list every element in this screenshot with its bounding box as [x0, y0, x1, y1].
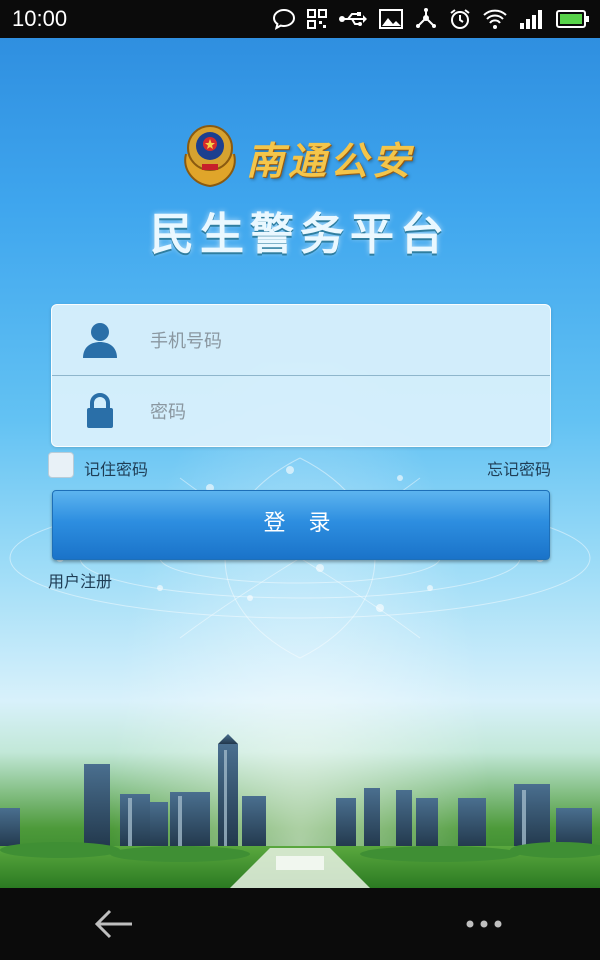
image-icon [379, 9, 403, 29]
network-share-icon [416, 8, 436, 28]
status-time: 10:00 [12, 6, 68, 31]
remember-password-checkbox[interactable] [48, 452, 74, 478]
battery-icon [556, 10, 589, 28]
navigation-bar [0, 888, 600, 960]
phone-input[interactable] [148, 317, 532, 365]
lock-icon [87, 393, 113, 428]
phone-field-row [52, 305, 550, 375]
police-emblem-icon [184, 125, 236, 188]
qr-code-icon [307, 9, 327, 29]
user-icon [83, 323, 117, 358]
back-arrow-icon[interactable] [92, 906, 136, 942]
app-title: 民生警务平台 [150, 209, 450, 260]
login-button[interactable]: 登 录 [52, 490, 550, 560]
brand-name: 南通公安 [246, 138, 415, 183]
password-field-row [52, 376, 550, 446]
signal-icon [520, 10, 542, 29]
status-bar: 10:00 [0, 0, 600, 38]
city-skyline-illustration [0, 734, 600, 888]
wifi-icon [483, 9, 507, 29]
usb-icon [339, 12, 367, 26]
forgot-password-link[interactable]: 忘记密码 [487, 456, 551, 480]
remember-password-label[interactable]: 记住密码 [84, 456, 148, 480]
status-icons [272, 7, 590, 31]
password-input[interactable] [148, 388, 532, 436]
more-dots-icon[interactable] [462, 914, 506, 934]
alarm-icon [450, 9, 470, 29]
register-link[interactable]: 用户注册 [48, 568, 112, 592]
login-screen: 南通公安 民生警务平台 记住密码 忘记密码 登 录 用户注册 [0, 38, 600, 888]
login-card [51, 304, 551, 447]
chat-bubble-icon [272, 8, 296, 30]
